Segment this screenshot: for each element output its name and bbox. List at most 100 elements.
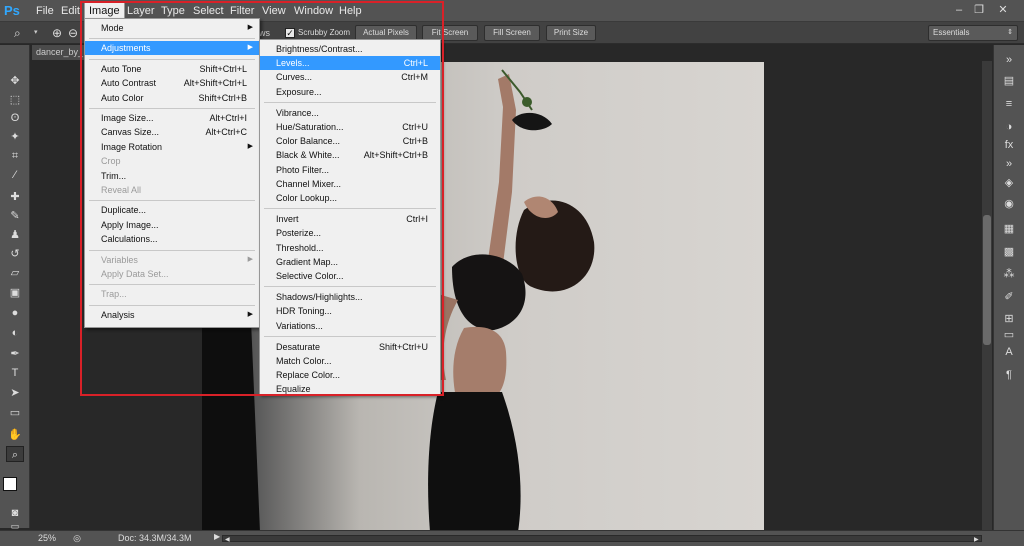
menu-edit[interactable]: Edit bbox=[57, 3, 84, 19]
menu-item-replace-color[interactable]: Replace Color... bbox=[260, 368, 440, 382]
channels-panel-icon[interactable]: ◉ bbox=[1001, 196, 1017, 212]
scrubby-zoom-checkbox[interactable]: ✓ bbox=[285, 28, 295, 38]
clone-stamp-icon[interactable]: ♟ bbox=[6, 227, 24, 243]
hand-tool-icon[interactable]: ✋ bbox=[6, 427, 24, 443]
menu-item-channel-mixer[interactable]: Channel Mixer... bbox=[260, 177, 440, 191]
healing-brush-icon[interactable]: ✚ bbox=[6, 189, 24, 205]
menu-item-analysis[interactable]: Analysis ▶ bbox=[85, 308, 259, 322]
menu-item-exposure[interactable]: Exposure... bbox=[260, 85, 440, 99]
menu-item-color-lookup[interactable]: Color Lookup... bbox=[260, 191, 440, 205]
menu-item-trap[interactable]: Trap... bbox=[85, 287, 259, 301]
eraser-tool-icon[interactable]: ▱ bbox=[6, 265, 24, 281]
move-tool-icon[interactable]: ✥ bbox=[6, 73, 24, 89]
swatches-panel-icon[interactable]: ▩ bbox=[1001, 244, 1017, 260]
brush-tool-icon[interactable]: ✎ bbox=[6, 208, 24, 224]
scroll-left-icon[interactable]: ◀ bbox=[225, 536, 230, 543]
menu-item-mode[interactable]: Mode ▶ bbox=[85, 21, 259, 35]
close-icon[interactable]: ✕ bbox=[996, 3, 1010, 17]
menu-item-canvas-size[interactable]: Canvas Size... Alt+Ctrl+C bbox=[85, 125, 259, 139]
menu-item-trim[interactable]: Trim... bbox=[85, 169, 259, 183]
workspace-select[interactable]: Essentials ⇕ bbox=[928, 25, 1018, 41]
lasso-tool-icon[interactable]: ʘ bbox=[6, 110, 24, 126]
menu-item-photo-filter[interactable]: Photo Filter... bbox=[260, 163, 440, 177]
menu-item-brightness-contrast[interactable]: Brightness/Contrast... bbox=[260, 42, 440, 56]
menu-view[interactable]: View bbox=[258, 3, 290, 19]
scrollbar-thumb[interactable] bbox=[983, 215, 991, 345]
menu-item-equalize[interactable]: Equalize bbox=[260, 382, 440, 396]
properties-panel-icon[interactable]: ≡ bbox=[1001, 96, 1017, 112]
zoom-out-icon[interactable]: ⊖ bbox=[68, 25, 80, 41]
menu-item-hue-saturation[interactable]: Hue/Saturation... Ctrl+U bbox=[260, 120, 440, 134]
chevron-down-icon[interactable]: ▾ bbox=[34, 25, 42, 41]
rectangle-tool-icon[interactable]: ▭ bbox=[6, 405, 24, 421]
menu-item-crop[interactable]: Crop bbox=[85, 154, 259, 168]
brush-presets-icon[interactable]: ⁂ bbox=[1001, 266, 1017, 282]
menu-item-vibrance[interactable]: Vibrance... bbox=[260, 106, 440, 120]
menu-item-selective-color[interactable]: Selective Color... bbox=[260, 269, 440, 283]
collapse-arrows-icon[interactable]: » bbox=[1001, 52, 1017, 68]
menu-item-auto-color[interactable]: Auto Color Shift+Ctrl+B bbox=[85, 91, 259, 105]
eyedropper-icon[interactable]: ⁄ bbox=[6, 167, 24, 183]
menu-item-auto-contrast[interactable]: Auto Contrast Alt+Shift+Ctrl+L bbox=[85, 76, 259, 90]
print-size-button[interactable]: Print Size bbox=[546, 25, 596, 41]
gradient-tool-icon[interactable]: ▣ bbox=[6, 285, 24, 301]
menu-item-posterize[interactable]: Posterize... bbox=[260, 226, 440, 240]
status-menu-arrow-icon[interactable]: ▶ bbox=[214, 532, 220, 541]
styles-panel-icon[interactable]: fx bbox=[1001, 137, 1017, 153]
menu-select[interactable]: Select bbox=[189, 3, 228, 19]
magic-wand-icon[interactable]: ✦ bbox=[6, 129, 24, 145]
horizontal-scrollbar[interactable] bbox=[222, 535, 982, 542]
menu-item-desaturate[interactable]: Desaturate Shift+Ctrl+U bbox=[260, 340, 440, 354]
menu-help[interactable]: Help bbox=[335, 3, 366, 19]
blur-tool-icon[interactable]: ● bbox=[6, 305, 24, 321]
menu-item-reveal-all[interactable]: Reveal All bbox=[85, 183, 259, 197]
menu-item-variables[interactable]: Variables ▶ bbox=[85, 253, 259, 267]
layers-panel-icon[interactable]: ◈ bbox=[1001, 175, 1017, 191]
menu-item-color-balance[interactable]: Color Balance... Ctrl+B bbox=[260, 134, 440, 148]
menu-item-black-white[interactable]: Black & White... Alt+Shift+Ctrl+B bbox=[260, 148, 440, 162]
document-tab[interactable]: dancer_by_ bbox=[32, 45, 86, 60]
menu-item-auto-tone[interactable]: Auto Tone Shift+Ctrl+L bbox=[85, 62, 259, 76]
screen-mode-icon[interactable]: ▭ bbox=[6, 522, 24, 531]
crop-tool-icon[interactable]: ⌗ bbox=[6, 148, 24, 164]
zoom-in-icon[interactable]: ⊕ bbox=[52, 25, 68, 41]
menu-item-match-color[interactable]: Match Color... bbox=[260, 354, 440, 368]
menu-item-curves[interactable]: Curves... Ctrl+M bbox=[260, 70, 440, 84]
history-brush-icon[interactable]: ↺ bbox=[6, 246, 24, 262]
menu-item-levels[interactable]: Levels... Ctrl+L bbox=[260, 56, 440, 71]
menu-layer[interactable]: Layer bbox=[123, 3, 159, 19]
adjustments-panel-icon[interactable]: ◑ bbox=[1001, 119, 1017, 135]
zoom-level[interactable]: 25% bbox=[38, 533, 56, 543]
zoom-tool-icon-active[interactable]: ⌕ bbox=[6, 446, 24, 462]
fill-screen-button[interactable]: Fill Screen bbox=[484, 25, 540, 41]
menu-item-duplicate[interactable]: Duplicate... bbox=[85, 203, 259, 217]
menu-window[interactable]: Window bbox=[290, 3, 337, 19]
brush-panel-icon[interactable]: ✐ bbox=[1001, 289, 1017, 305]
foreground-color-swatch[interactable] bbox=[3, 477, 17, 491]
menu-file[interactable]: File bbox=[32, 3, 58, 19]
character-panel-icon[interactable]: A bbox=[1001, 344, 1017, 360]
menu-type[interactable]: Type bbox=[157, 3, 189, 19]
menu-item-apply-image[interactable]: Apply Image... bbox=[85, 218, 259, 232]
type-tool-icon[interactable]: T bbox=[6, 365, 24, 381]
menu-item-apply-data-set[interactable]: Apply Data Set... bbox=[85, 267, 259, 281]
collapse-arrows-icon-2[interactable]: » bbox=[1001, 156, 1017, 172]
menu-item-gradient-map[interactable]: Gradient Map... bbox=[260, 255, 440, 269]
paragraph-panel-icon[interactable]: ¶ bbox=[1001, 367, 1017, 383]
scroll-right-icon[interactable]: ▶ bbox=[974, 536, 979, 543]
menu-item-shadows-highlights[interactable]: Shadows/Highlights... bbox=[260, 290, 440, 304]
status-info-icon[interactable]: ◎ bbox=[72, 532, 82, 544]
menu-filter[interactable]: Filter bbox=[226, 3, 258, 19]
paths-panel-icon[interactable]: ▦ bbox=[1001, 221, 1017, 237]
clone-source-icon[interactable]: ⊞ bbox=[1001, 311, 1017, 327]
menu-item-adjustments[interactable]: Adjustments ▶ bbox=[85, 41, 259, 56]
restore-icon[interactable]: ❐ bbox=[972, 3, 986, 17]
menu-item-invert[interactable]: Invert Ctrl+I bbox=[260, 212, 440, 226]
quick-mask-icon[interactable]: ◙ bbox=[6, 505, 24, 521]
dodge-tool-icon[interactable]: ◐ bbox=[6, 325, 24, 341]
menu-item-threshold[interactable]: Threshold... bbox=[260, 241, 440, 255]
menu-item-image-rotation[interactable]: Image Rotation ▶ bbox=[85, 140, 259, 154]
path-selection-icon[interactable]: ➤ bbox=[6, 385, 24, 401]
zoom-tool-icon[interactable]: ⌕ bbox=[14, 25, 30, 41]
menu-item-variations[interactable]: Variations... bbox=[260, 319, 440, 333]
